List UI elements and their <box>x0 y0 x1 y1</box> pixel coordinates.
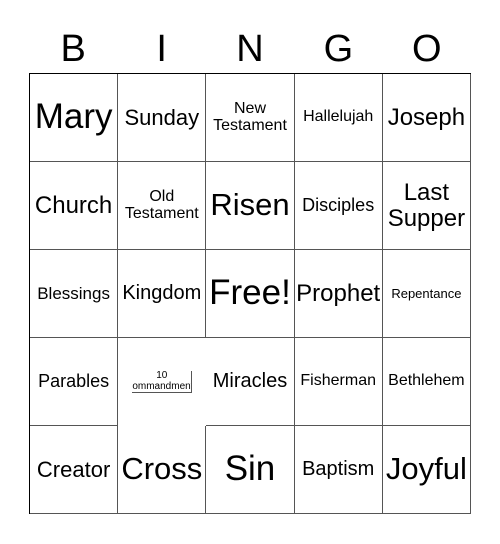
bingo-cell[interactable]: Mary <box>30 74 119 162</box>
bingo-cell[interactable]: Hallelujah <box>294 74 383 162</box>
header-letter-b: B <box>60 28 86 70</box>
bingo-cell[interactable]: Bethlehem <box>382 338 471 426</box>
bingo-cell[interactable]: Cross <box>118 426 207 514</box>
bingo-cell[interactable]: Creator <box>30 426 119 514</box>
bingo-cell[interactable]: Blessings <box>30 250 119 338</box>
bingo-cell[interactable]: Sunday <box>118 74 207 162</box>
bingo-cell[interactable]: Church <box>30 162 119 250</box>
bingo-cell[interactable]: Last Supper <box>382 162 471 250</box>
bingo-cell[interactable]: Risen <box>206 162 295 250</box>
bingo-cell[interactable]: Joseph <box>382 74 471 162</box>
bingo-header: B I N G O <box>29 26 471 72</box>
header-letter-g: G <box>323 28 354 70</box>
bingo-cell[interactable]: Parables <box>30 338 119 426</box>
bingo-grid: Mary Sunday New Testament Hallelujah Jos… <box>29 73 471 514</box>
bingo-cell[interactable]: Prophet <box>294 250 383 338</box>
bingo-cell[interactable]: Sin <box>206 426 295 514</box>
bingo-cell[interactable]: Disciples <box>294 162 383 250</box>
bingo-cell[interactable]: 10 Commandments <box>132 371 193 393</box>
bingo-cell[interactable]: Joyful <box>382 426 471 514</box>
bingo-cell[interactable]: Repentance <box>382 250 471 338</box>
free-space[interactable]: Free! <box>206 250 295 338</box>
header-letter-o: O <box>412 28 442 70</box>
bingo-cell[interactable]: New Testament <box>206 74 295 162</box>
bingo-cell[interactable]: Kingdom <box>118 250 207 338</box>
header-letter-n: N <box>236 28 264 70</box>
bingo-cell[interactable]: Miracles <box>206 338 295 426</box>
bingo-cell[interactable]: Baptism <box>294 426 383 514</box>
bingo-cell[interactable]: Fisherman <box>294 338 383 426</box>
header-letter-i: I <box>156 28 167 70</box>
bingo-cell[interactable]: Old Testament <box>118 162 207 250</box>
